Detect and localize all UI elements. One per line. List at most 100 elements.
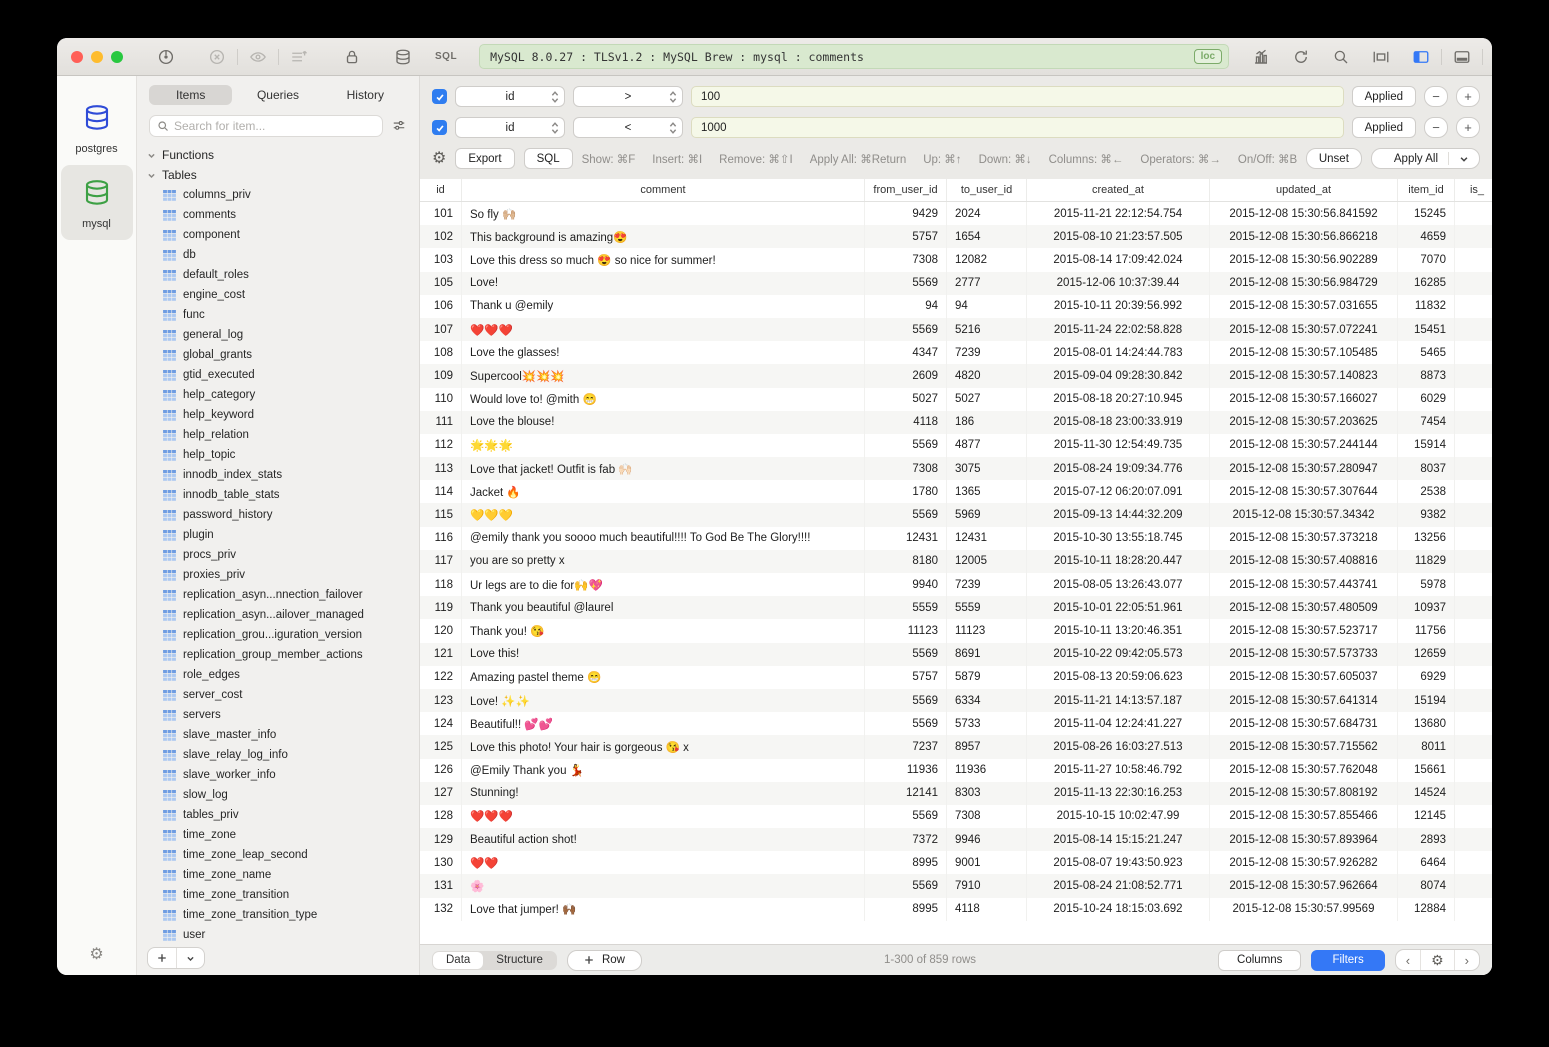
cell-from_user_id[interactable]: 11123: [865, 619, 947, 642]
cell-item_id[interactable]: 15194: [1398, 689, 1455, 712]
cell-item_id[interactable]: 2538: [1398, 480, 1455, 503]
cell-created_at[interactable]: 2015-11-30 12:54:49.735: [1027, 434, 1210, 457]
cell-is_[interactable]: [1455, 689, 1492, 712]
cell-created_at[interactable]: 2015-08-01 14:24:44.783: [1027, 341, 1210, 364]
cell-from_user_id[interactable]: 94: [865, 295, 947, 318]
cell-comment[interactable]: So fly 🙌🏼: [462, 202, 865, 225]
cell-updated_at[interactable]: 2015-12-08 15:30:57.99569: [1210, 898, 1398, 921]
cell-item_id[interactable]: 5465: [1398, 341, 1455, 364]
sidebar-table-item[interactable]: help_keyword: [137, 405, 419, 425]
cell-from_user_id[interactable]: 5569: [865, 805, 947, 828]
sidebar-table-item[interactable]: gtid_executed: [137, 365, 419, 385]
cell-from_user_id[interactable]: 7372: [865, 828, 947, 851]
table-row[interactable]: 119Thank you beautiful @laurel5559555920…: [420, 596, 1492, 619]
sidebar-table-item[interactable]: slave_relay_log_info: [137, 745, 419, 765]
cell-item_id[interactable]: 8873: [1398, 364, 1455, 387]
cell-comment[interactable]: Love!: [462, 272, 865, 295]
sidebar-table-item[interactable]: comments: [137, 205, 419, 225]
cell-to_user_id[interactable]: 1654: [947, 225, 1027, 248]
cell-id[interactable]: 115: [420, 503, 462, 526]
cell-id[interactable]: 113: [420, 457, 462, 480]
cell-is_[interactable]: [1455, 295, 1492, 318]
column-header-item_id[interactable]: item_id: [1398, 179, 1455, 201]
cell-created_at[interactable]: 2015-08-10 21:23:57.505: [1027, 225, 1210, 248]
sidebar-table-item[interactable]: replication_group_member_actions: [137, 645, 419, 665]
export-button[interactable]: Export: [455, 148, 514, 169]
cell-id[interactable]: 125: [420, 735, 462, 758]
cell-item_id[interactable]: 15451: [1398, 318, 1455, 341]
column-header-to_user_id[interactable]: to_user_id: [947, 179, 1027, 201]
cell-comment[interactable]: Ur legs are to die for🙌💖: [462, 573, 865, 596]
filter-column-select[interactable]: id: [455, 86, 565, 107]
cell-id[interactable]: 124: [420, 712, 462, 735]
sidebar-table-item[interactable]: time_zone_leap_second: [137, 845, 419, 865]
cell-created_at[interactable]: 2015-08-07 19:43:50.923: [1027, 851, 1210, 874]
cell-is_[interactable]: [1455, 759, 1492, 782]
cell-is_[interactable]: [1455, 898, 1492, 921]
column-header-created_at[interactable]: created_at: [1027, 179, 1210, 201]
cell-created_at[interactable]: 2015-10-24 18:15:03.692: [1027, 898, 1210, 921]
cell-id[interactable]: 107: [420, 318, 462, 341]
add-filter-button[interactable]: +: [1456, 86, 1480, 107]
sidebar-table-item[interactable]: db: [137, 245, 419, 265]
cell-created_at[interactable]: 2015-08-14 15:15:21.247: [1027, 828, 1210, 851]
cell-to_user_id[interactable]: 4877: [947, 434, 1027, 457]
table-row[interactable]: 123Love! ✨✨556963342015-11-21 14:13:57.1…: [420, 689, 1492, 712]
cell-updated_at[interactable]: 2015-12-08 15:30:57.762048: [1210, 759, 1398, 782]
table-row[interactable]: 117you are so pretty x8180120052015-10-1…: [420, 550, 1492, 573]
cell-created_at[interactable]: 2015-08-14 17:09:42.024: [1027, 248, 1210, 271]
columns-button[interactable]: Columns: [1218, 950, 1301, 971]
preview-eye-icon[interactable]: [249, 48, 267, 66]
cell-comment[interactable]: 🌸: [462, 874, 865, 897]
cell-from_user_id[interactable]: 8995: [865, 898, 947, 921]
cell-is_[interactable]: [1455, 202, 1492, 225]
cell-to_user_id[interactable]: 9001: [947, 851, 1027, 874]
cell-created_at[interactable]: 2015-11-13 22:30:16.253: [1027, 782, 1210, 805]
cell-comment[interactable]: Thank you beautiful @laurel: [462, 596, 865, 619]
table-row[interactable]: 102This background is amazing😍5757165420…: [420, 225, 1492, 248]
cell-is_[interactable]: [1455, 643, 1492, 666]
cell-is_[interactable]: [1455, 851, 1492, 874]
cell-to_user_id[interactable]: 7239: [947, 573, 1027, 596]
cell-id[interactable]: 118: [420, 573, 462, 596]
search-input[interactable]: [174, 119, 375, 133]
filter-applied-button[interactable]: Applied: [1352, 117, 1416, 138]
cell-from_user_id[interactable]: 9940: [865, 573, 947, 596]
cell-to_user_id[interactable]: 5733: [947, 712, 1027, 735]
cell-id[interactable]: 105: [420, 272, 462, 295]
cell-item_id[interactable]: 7070: [1398, 248, 1455, 271]
cell-comment[interactable]: Beautiful action shot!: [462, 828, 865, 851]
cell-item_id[interactable]: 11832: [1398, 295, 1455, 318]
column-header-from_user_id[interactable]: from_user_id: [865, 179, 947, 201]
sidebar-table-item[interactable]: time_zone_transition: [137, 885, 419, 905]
table-row[interactable]: 101So fly 🙌🏼942920242015-11-21 22:12:54.…: [420, 202, 1492, 225]
table-row[interactable]: 103Love this dress so much 😍 so nice for…: [420, 248, 1492, 271]
stats-chart-icon[interactable]: [1252, 48, 1270, 66]
add-item-button[interactable]: [148, 948, 176, 968]
filter-settings-gear-icon[interactable]: ⚙: [432, 151, 446, 167]
cell-id[interactable]: 111: [420, 411, 462, 434]
cell-created_at[interactable]: 2015-08-13 20:59:06.623: [1027, 666, 1210, 689]
cell-to_user_id[interactable]: 12431: [947, 527, 1027, 550]
cell-from_user_id[interactable]: 5569: [865, 434, 947, 457]
column-header-comment[interactable]: comment: [462, 179, 865, 201]
cell-from_user_id[interactable]: 11936: [865, 759, 947, 782]
cell-item_id[interactable]: 5978: [1398, 573, 1455, 596]
cell-updated_at[interactable]: 2015-12-08 15:30:56.902289: [1210, 248, 1398, 271]
table-row[interactable]: 109Supercool💥💥💥260948202015-09-04 09:28:…: [420, 364, 1492, 387]
cell-id[interactable]: 120: [420, 619, 462, 642]
cell-from_user_id[interactable]: 2609: [865, 364, 947, 387]
sidebar-table-item[interactable]: time_zone_transition_type: [137, 905, 419, 925]
cell-updated_at[interactable]: 2015-12-08 15:30:57.893964: [1210, 828, 1398, 851]
add-filter-button[interactable]: +: [1456, 117, 1480, 138]
cell-updated_at[interactable]: 2015-12-08 15:30:57.280947: [1210, 457, 1398, 480]
cell-comment[interactable]: you are so pretty x: [462, 550, 865, 573]
cell-updated_at[interactable]: 2015-12-08 15:30:57.855466: [1210, 805, 1398, 828]
table-row[interactable]: 105Love!556927772015-12-06 10:37:39.4420…: [420, 272, 1492, 295]
table-row[interactable]: 111Love the blouse!41181862015-08-18 23:…: [420, 411, 1492, 434]
cell-id[interactable]: 101: [420, 202, 462, 225]
filter-value-input[interactable]: 100: [691, 86, 1344, 107]
cell-is_[interactable]: [1455, 828, 1492, 851]
cell-to_user_id[interactable]: 7239: [947, 341, 1027, 364]
cell-id[interactable]: 132: [420, 898, 462, 921]
